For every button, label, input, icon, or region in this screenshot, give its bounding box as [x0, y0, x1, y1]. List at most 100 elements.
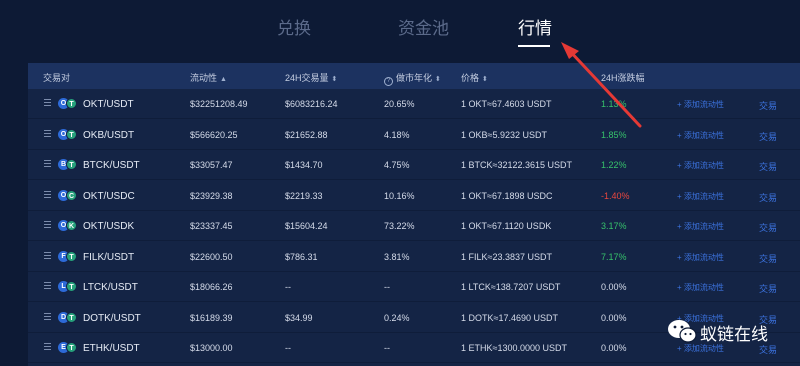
header-volume: 24H交易量: [285, 73, 329, 83]
volume-value: $15604.24: [285, 221, 328, 231]
add-liquidity-button[interactable]: + 添加流动性: [677, 99, 724, 110]
apr-value: 10.16%: [384, 190, 415, 201]
token-pair-icons: O T: [58, 128, 78, 140]
add-liquidity-button[interactable]: + 添加流动性: [677, 221, 724, 232]
trade-button[interactable]: 交易: [759, 191, 777, 204]
info-icon[interactable]: ?: [384, 77, 393, 86]
token-icon: T: [66, 159, 77, 170]
add-liquidity-button[interactable]: + 添加流动性: [677, 282, 724, 293]
add-liquidity-button[interactable]: + 添加流动性: [677, 252, 724, 263]
add-liquidity-button[interactable]: + 添加流动性: [677, 191, 724, 202]
price-value: 1 OKT≈67.1120 USDK: [461, 221, 552, 231]
table-row: O C OKT/USDC $23929.38 $2219.33 10.16% 1…: [28, 181, 800, 211]
pair-name: OKT/USDK: [83, 221, 135, 232]
price-value: 1 OKT≈67.1898 USDC: [461, 190, 553, 201]
token-icon: T: [66, 281, 77, 292]
price-value: 1 LTCK≈138.7207 USDT: [461, 282, 561, 292]
tab-market[interactable]: 行情: [518, 14, 552, 39]
change-value: 3.17%: [601, 221, 627, 231]
volume-value: $34.99: [285, 312, 313, 323]
pair-name: FILK/USDT: [83, 251, 135, 263]
table-row: O K OKT/USDK $23337.45 $15604.24 73.22% …: [28, 211, 800, 241]
header-volume-sort[interactable]: 24H交易量 ⬍: [285, 71, 337, 84]
token-pair-icons: E T: [58, 342, 78, 353]
liquidity-value: $23337.45: [190, 221, 233, 231]
trade-button[interactable]: 交易: [759, 282, 777, 295]
volume-value: $786.31: [285, 251, 318, 262]
trade-button[interactable]: 交易: [759, 99, 777, 112]
volume-value: $2219.33: [285, 190, 323, 201]
table-row: O T OKB/USDT $566620.25 $21652.88 4.18% …: [28, 120, 800, 150]
pair-name: OKT/USDT: [83, 99, 134, 110]
menu-icon[interactable]: [44, 282, 51, 289]
change-value: -1.40%: [601, 190, 630, 201]
token-pair-icons: B T: [58, 159, 78, 170]
menu-icon[interactable]: [44, 190, 51, 198]
tab-pool[interactable]: 资金池: [398, 14, 449, 39]
add-liquidity-button[interactable]: + 添加流动性: [677, 130, 724, 141]
token-icon: K: [66, 220, 77, 231]
pair-name: ETHK/USDT: [83, 343, 140, 354]
header-liquidity: 流动性: [190, 73, 218, 83]
apr-value: 4.75%: [384, 160, 410, 170]
menu-icon[interactable]: [44, 221, 51, 228]
change-value: 1.22%: [601, 160, 627, 170]
volume-value: $1434.70: [285, 160, 323, 170]
volume-value: $6083216.24: [285, 99, 338, 109]
menu-icon[interactable]: [44, 343, 51, 350]
header-liquidity-sort[interactable]: 流动性 ▲: [190, 71, 227, 84]
apr-value: 3.81%: [384, 251, 410, 262]
header-pair: 交易对: [43, 73, 71, 83]
add-liquidity-button[interactable]: + 添加流动性: [677, 160, 724, 171]
token-icon: C: [66, 189, 77, 201]
change-value: 1.85%: [601, 129, 627, 140]
token-icon: T: [66, 250, 77, 262]
apr-value: 4.18%: [384, 129, 410, 140]
sort-asc-icon: ▲: [220, 76, 227, 83]
sort-both-icon: ⬍: [435, 76, 441, 83]
token-icon: T: [66, 98, 77, 109]
token-pair-icons: O C: [58, 189, 78, 201]
menu-icon[interactable]: [44, 251, 51, 259]
liquidity-value: $23929.38: [190, 190, 233, 201]
header-price-sort[interactable]: 价格 ⬍: [461, 71, 488, 84]
apr-value: --: [384, 343, 390, 353]
table-row: O T OKT/USDT $32251208.49 $6083216.24 20…: [28, 89, 800, 119]
tab-swap[interactable]: 兑换: [277, 14, 311, 39]
liquidity-value: $13000.00: [190, 343, 233, 353]
change-value: 7.17%: [601, 251, 627, 262]
apr-value: 0.24%: [384, 312, 410, 323]
trade-button[interactable]: 交易: [759, 160, 777, 173]
trade-button[interactable]: 交易: [759, 221, 777, 234]
trade-button[interactable]: 交易: [759, 130, 777, 143]
token-pair-icons: O T: [58, 98, 78, 109]
token-icon: T: [66, 128, 77, 140]
table-row: F T FILK/USDT $22600.50 $786.31 3.81% 1 …: [28, 242, 800, 272]
liquidity-value: $32251208.49: [190, 99, 248, 109]
change-value: 1.13%: [601, 99, 627, 109]
liquidity-value: $33057.47: [190, 160, 233, 170]
table-row: B T BTCK/USDT $33057.47 $1434.70 4.75% 1…: [28, 150, 800, 180]
change-value: 0.00%: [601, 282, 627, 292]
trade-button[interactable]: 交易: [759, 252, 777, 265]
menu-icon[interactable]: [44, 160, 51, 167]
table-row: L T LTCK/USDT $18066.26 -- -- 1 LTCK≈138…: [28, 272, 800, 302]
price-value: 1 BTCK≈32122.3615 USDT: [461, 160, 572, 170]
header-change[interactable]: 24H涨跌幅: [601, 71, 645, 84]
sort-both-icon: ⬍: [331, 76, 338, 83]
pair-name: BTCK/USDT: [83, 160, 140, 171]
header-apr-sort[interactable]: ? 做市年化 ⬍: [384, 71, 441, 86]
token-icon: T: [66, 311, 77, 323]
menu-icon[interactable]: [44, 312, 51, 320]
menu-icon[interactable]: [44, 129, 51, 137]
sort-both-icon: ⬍: [482, 76, 488, 83]
volume-value: --: [285, 282, 291, 292]
token-pair-icons: O K: [58, 220, 78, 231]
change-value: 0.00%: [601, 312, 627, 323]
token-pair-icons: L T: [58, 281, 78, 292]
liquidity-value: $18066.26: [190, 282, 233, 292]
menu-icon[interactable]: [44, 99, 51, 106]
pair-name: LTCK/USDT: [83, 282, 138, 293]
change-value: 0.00%: [601, 343, 627, 353]
table-header: 交易对 流动性 ▲ 24H交易量 ⬍ ? 做市年化 ⬍ 价格 ⬍ 24H涨跌幅: [28, 63, 800, 89]
